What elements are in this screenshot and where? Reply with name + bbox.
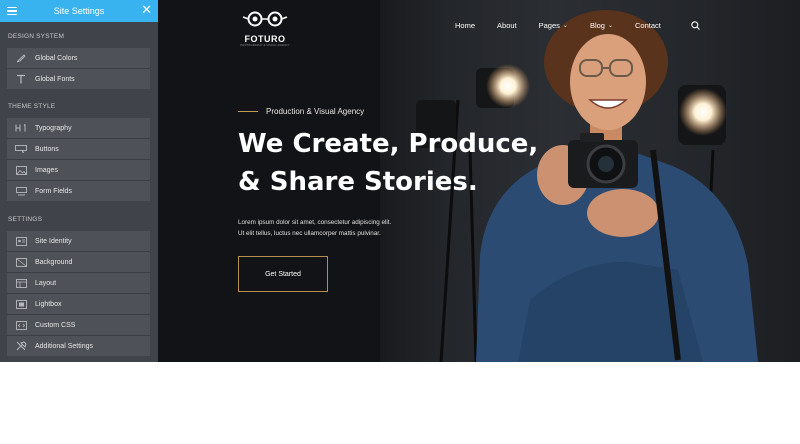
- heading-icon: [7, 124, 35, 132]
- nav-about[interactable]: About: [497, 21, 517, 30]
- panel-item-site-identity[interactable]: Site Identity: [7, 231, 150, 251]
- body-line-1: Lorem ipsum dolor sit amet, consectetur …: [238, 219, 392, 226]
- image-icon: [7, 165, 35, 175]
- section-label-theme-style: THEME STYLE: [8, 103, 56, 110]
- hero-eyebrow: Production & Visual Agency: [238, 107, 364, 116]
- logo-wordmark: FOTURO: [244, 34, 286, 44]
- hero-headline: We Create, Produce, & Share Stories.: [238, 125, 558, 201]
- site-logo[interactable]: FOTURO PHOTOGRAPHY & VISUAL AGENCY: [238, 10, 292, 47]
- panel-item-label: Images: [35, 166, 58, 174]
- face: [570, 34, 646, 130]
- panel-item-form-fields[interactable]: Form Fields: [7, 181, 150, 201]
- section-label-settings: SETTINGS: [8, 216, 43, 223]
- brush-icon: [7, 53, 35, 63]
- panel-item-global-colors[interactable]: Global Colors: [7, 48, 150, 68]
- search-icon[interactable]: [691, 21, 700, 30]
- panel-item-label: Global Colors: [35, 54, 78, 62]
- get-started-button[interactable]: Get Started: [238, 256, 328, 292]
- layout-icon: [7, 278, 35, 288]
- panel-item-label: Typography: [35, 124, 72, 132]
- nav-contact[interactable]: Contact: [635, 21, 661, 30]
- font-icon: [7, 74, 35, 84]
- logo-goggles-icon: [242, 11, 288, 27]
- nav-pages[interactable]: Pages ⌄: [539, 21, 568, 30]
- nav-pages-label: Pages: [538, 21, 560, 30]
- eyebrow-accent-line: [238, 111, 258, 112]
- tools-icon: [7, 341, 35, 351]
- nav-contact-label: Contact: [634, 21, 661, 30]
- panel-item-label: Custom CSS: [35, 321, 76, 329]
- panel-item-global-fonts[interactable]: Global Fonts: [7, 69, 150, 89]
- camera-top: [580, 133, 604, 142]
- background-icon: [7, 257, 35, 267]
- lightbox-icon: [7, 299, 35, 309]
- panel-item-typography[interactable]: Typography: [7, 118, 150, 138]
- panel-item-images[interactable]: Images: [7, 160, 150, 180]
- logo-tagline: PHOTOGRAPHY & VISUAL AGENCY: [240, 44, 290, 47]
- studio-light-right-glow: [679, 88, 727, 136]
- hero-section: FOTURO PHOTOGRAPHY & VISUAL AGENCY Home …: [158, 0, 800, 362]
- panel-item-label: Global Fonts: [35, 75, 75, 83]
- button-icon: [7, 145, 35, 153]
- nav-about-label: About: [497, 21, 517, 30]
- panel-item-layout[interactable]: Layout: [7, 273, 150, 293]
- panel-item-label: Additional Settings: [35, 342, 93, 350]
- panel-item-label: Layout: [35, 279, 57, 287]
- section-label-design-system: DESIGN SYSTEM: [8, 33, 65, 40]
- main-navigation: Home About Pages ⌄ Blog ⌄ Contact: [455, 21, 700, 30]
- chevron-down-icon: ⌄: [562, 23, 568, 29]
- close-icon[interactable]: ✕: [141, 3, 152, 17]
- headline-line-2: & Share Stories.: [238, 167, 478, 197]
- panel-item-lightbox[interactable]: Lightbox: [7, 294, 150, 314]
- left-hand: [587, 189, 659, 237]
- code-icon: [7, 320, 35, 330]
- camera-lens-glass: [598, 156, 614, 172]
- panel-item-buttons[interactable]: Buttons: [7, 139, 150, 159]
- hero-body-text: Lorem ipsum dolor sit amet, consectetur …: [238, 217, 438, 239]
- panel-item-label: Buttons: [35, 145, 59, 153]
- panel-item-label: Lightbox: [35, 300, 62, 308]
- nav-blog[interactable]: Blog ⌄: [590, 21, 613, 30]
- nav-home[interactable]: Home: [455, 21, 475, 30]
- studio-light-left-glow: [486, 64, 530, 108]
- panel-item-custom-css[interactable]: Custom CSS: [7, 315, 150, 335]
- headline-line-1: We Create, Produce,: [238, 129, 539, 159]
- eyebrow-text: Production & Visual Agency: [266, 107, 365, 116]
- panel-item-label: Form Fields: [35, 187, 72, 195]
- panel-item-additional-settings[interactable]: Additional Settings: [7, 336, 150, 356]
- chevron-down-icon: ⌄: [607, 23, 613, 29]
- panel-title: Site Settings: [53, 6, 105, 16]
- form-icon: [7, 186, 35, 196]
- body-line-2: Ut elit tellus, luctus nec ullamcorper m…: [238, 230, 381, 237]
- id-card-icon: [7, 236, 35, 246]
- panel-item-label: Site Identity: [35, 237, 72, 245]
- site-settings-panel: Site Settings ✕ DESIGN SYSTEM Global Col…: [0, 0, 158, 362]
- hamburger-menu-icon[interactable]: [7, 7, 17, 15]
- panel-item-background[interactable]: Background: [7, 252, 150, 272]
- nav-blog-label: Blog: [589, 21, 605, 30]
- panel-item-label: Background: [35, 258, 73, 266]
- panel-header: Site Settings ✕: [0, 0, 158, 22]
